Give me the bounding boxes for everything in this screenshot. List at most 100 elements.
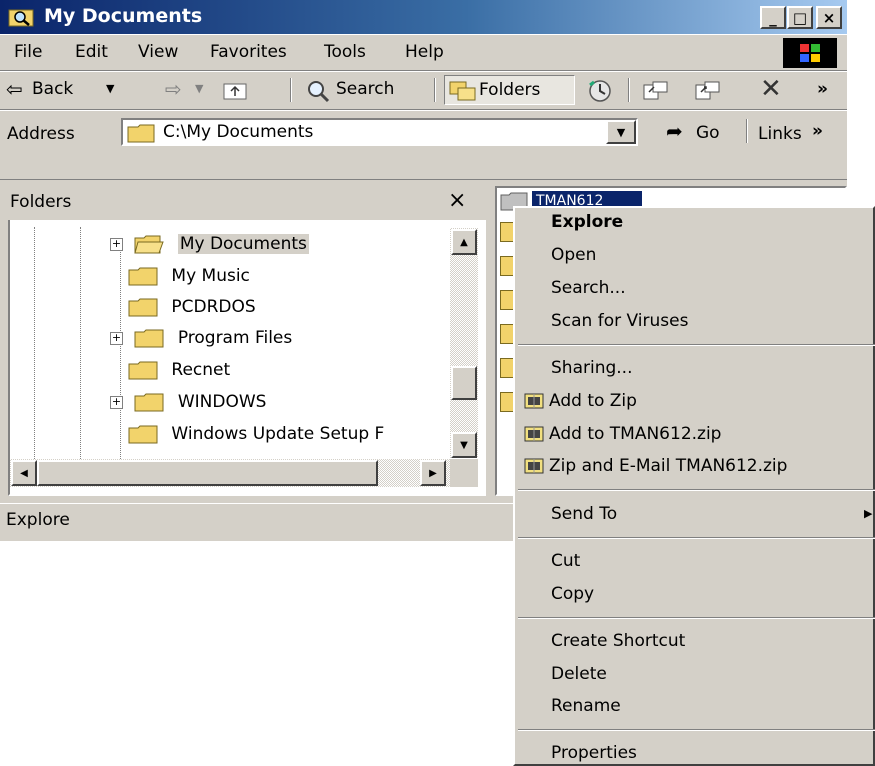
expand-icon[interactable]: + bbox=[110, 395, 123, 409]
copy-to-icon[interactable] bbox=[694, 80, 722, 102]
arrow-left-icon: ◀ bbox=[20, 467, 28, 479]
winzip-icon bbox=[524, 393, 544, 409]
toolbar-separator bbox=[746, 119, 748, 143]
address-bar: Address C:\My Documents ▼ ➦ Go Links » bbox=[0, 110, 847, 180]
menu-scan-for-viruses[interactable]: Scan for Viruses bbox=[551, 311, 688, 331]
menu-add-to-zip[interactable]: Add to Zip bbox=[549, 391, 637, 411]
folder-icon bbox=[127, 124, 155, 143]
menu-search[interactable]: Search... bbox=[551, 278, 626, 298]
folder-tree: + My Documents My Music PCDRDOS + Progra… bbox=[10, 227, 450, 477]
search-button[interactable]: Search bbox=[306, 72, 426, 108]
menu-open[interactable]: Open bbox=[551, 245, 596, 265]
winzip-icon bbox=[524, 426, 544, 442]
folder-icon bbox=[134, 329, 164, 347]
scrollbar-corner bbox=[450, 459, 478, 487]
arrow-right-icon: ▶ bbox=[429, 467, 437, 479]
tree-item-program-files[interactable]: + Program Files bbox=[110, 323, 292, 354]
tree-item-windows-update-setup[interactable]: Windows Update Setup F bbox=[128, 419, 384, 450]
title-bar[interactable]: My Documents _ □ × bbox=[0, 0, 847, 34]
scroll-down-button[interactable]: ▼ bbox=[451, 432, 477, 458]
menu-rename[interactable]: Rename bbox=[551, 696, 621, 716]
forward-dropdown-icon: ▼ bbox=[195, 82, 204, 95]
menu-file[interactable]: File bbox=[14, 35, 42, 69]
maximize-button[interactable]: □ bbox=[787, 6, 813, 29]
menu-separator bbox=[518, 344, 875, 346]
status-text: Explore bbox=[6, 510, 70, 530]
hscroll-thumb[interactable] bbox=[37, 460, 378, 486]
tree-item-my-documents[interactable]: + My Documents bbox=[110, 229, 309, 260]
menu-help[interactable]: Help bbox=[405, 35, 444, 69]
back-button[interactable]: ⇦ Back ▼ bbox=[6, 72, 156, 108]
submenu-arrow-icon: ▶ bbox=[864, 507, 873, 520]
menu-separator bbox=[518, 729, 875, 731]
arrow-down-icon: ▼ bbox=[460, 439, 468, 451]
menu-zip-and-email[interactable]: Zip and E-Mail TMAN612.zip bbox=[549, 456, 787, 476]
toolbar-separator bbox=[628, 78, 630, 102]
menu-separator bbox=[518, 489, 875, 491]
menu-sharing[interactable]: Sharing... bbox=[551, 358, 632, 378]
menu-separator bbox=[518, 537, 875, 539]
history-icon[interactable] bbox=[585, 79, 615, 103]
move-to-icon[interactable] bbox=[642, 80, 670, 102]
scroll-right-button[interactable]: ▶ bbox=[420, 460, 446, 486]
menu-add-to-tman612-zip[interactable]: Add to TMAN612.zip bbox=[549, 424, 721, 444]
folder-icon bbox=[128, 361, 158, 379]
menu-favorites[interactable]: Favorites bbox=[210, 35, 287, 69]
back-dropdown-icon[interactable]: ▼ bbox=[106, 72, 114, 106]
file-list-folder-icons bbox=[500, 222, 514, 422]
standard-toolbar: ⇦ Back ▼ ⇨ ▼ Search Folders ✕ » bbox=[0, 71, 847, 110]
links-button[interactable]: Links bbox=[758, 124, 802, 144]
folders-pane-close-icon[interactable]: × bbox=[448, 188, 466, 213]
toolbar-overflow-chevron[interactable]: » bbox=[817, 72, 828, 106]
arrow-up-icon: ▲ bbox=[460, 236, 468, 248]
menu-send-to[interactable]: Send To bbox=[551, 504, 617, 524]
menu-copy[interactable]: Copy bbox=[551, 584, 594, 604]
tree-item-pcdrdos[interactable]: PCDRDOS bbox=[128, 292, 256, 323]
go-button[interactable]: ➦ Go bbox=[660, 117, 738, 147]
menu-tools[interactable]: Tools bbox=[324, 35, 366, 69]
up-folder-icon[interactable] bbox=[222, 80, 250, 102]
forward-button[interactable]: ⇨ ▼ bbox=[165, 72, 225, 108]
expand-icon[interactable]: + bbox=[110, 237, 123, 251]
scroll-up-button[interactable]: ▲ bbox=[451, 229, 477, 255]
menu-edit[interactable]: Edit bbox=[75, 35, 108, 69]
menu-cut[interactable]: Cut bbox=[551, 551, 580, 571]
delete-icon[interactable]: ✕ bbox=[760, 72, 782, 106]
scroll-left-button[interactable]: ◀ bbox=[11, 460, 37, 486]
menu-create-shortcut[interactable]: Create Shortcut bbox=[551, 631, 685, 651]
windows-logo bbox=[783, 38, 837, 68]
back-arrow-icon: ⇦ bbox=[6, 77, 23, 101]
folder-icon bbox=[128, 425, 158, 443]
address-value: C:\My Documents bbox=[163, 122, 314, 142]
expand-icon[interactable]: + bbox=[110, 331, 123, 345]
folders-icon bbox=[449, 81, 476, 101]
tree-item-recnet[interactable]: Recnet bbox=[128, 355, 230, 386]
tree-item-my-music[interactable]: My Music bbox=[128, 261, 250, 292]
folder-search-icon bbox=[8, 9, 34, 27]
menu-bar: File Edit View Favorites Tools Help bbox=[0, 34, 847, 71]
menu-delete[interactable]: Delete bbox=[551, 664, 607, 684]
menu-separator bbox=[518, 617, 875, 619]
window-title: My Documents bbox=[44, 5, 203, 27]
links-overflow-chevron[interactable]: » bbox=[812, 121, 823, 141]
menu-properties[interactable]: Properties bbox=[551, 743, 637, 763]
folders-pane-title: Folders bbox=[10, 192, 72, 212]
address-dropdown-button[interactable]: ▼ bbox=[606, 120, 636, 144]
folders-button[interactable]: Folders bbox=[444, 75, 575, 105]
folders-pane-header: Folders × bbox=[8, 186, 486, 220]
menu-view[interactable]: View bbox=[138, 35, 178, 69]
tree-item-windows[interactable]: + WINDOWS bbox=[110, 387, 266, 418]
open-folder-icon bbox=[134, 235, 165, 253]
toolbar-separator bbox=[434, 78, 436, 102]
minimize-button[interactable]: _ bbox=[760, 6, 786, 29]
windows-flag-icon bbox=[800, 44, 820, 62]
winzip-icon bbox=[524, 458, 544, 474]
folders-vertical-scrollbar[interactable] bbox=[450, 228, 478, 458]
address-input[interactable]: C:\My Documents bbox=[121, 118, 638, 146]
folder-icon bbox=[128, 267, 158, 285]
forward-arrow-icon: ⇨ bbox=[165, 77, 182, 101]
address-label: Address bbox=[7, 124, 75, 144]
menu-explore[interactable]: Explore bbox=[551, 212, 623, 232]
scroll-thumb[interactable] bbox=[451, 366, 477, 400]
close-button[interactable]: × bbox=[816, 6, 842, 29]
